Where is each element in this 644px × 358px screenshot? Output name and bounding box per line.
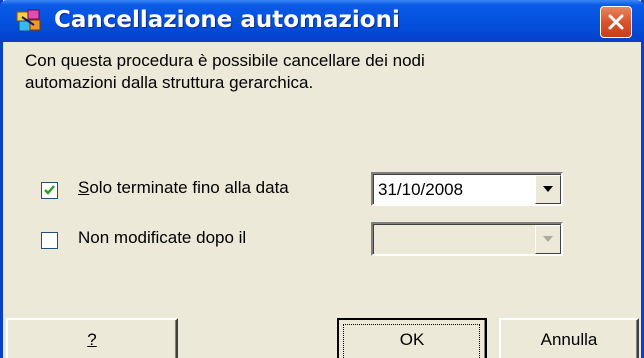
automation-app-icon <box>16 9 42 33</box>
solo-terminate-checkbox[interactable] <box>41 182 58 199</box>
end-date-dropdown[interactable]: 31/10/2008 <box>371 172 563 206</box>
window-title: Cancellazione automazioni <box>54 7 400 33</box>
ok-button[interactable]: OK <box>337 318 487 358</box>
end-date-value: 31/10/2008 <box>378 180 464 199</box>
cancel-button[interactable]: Annulla <box>499 318 639 358</box>
chevron-down-icon <box>543 186 553 192</box>
end-date-dropdown-button[interactable] <box>535 175 561 204</box>
help-button[interactable]: ? <box>6 318 178 358</box>
description-line-1: Con questa procedura è possibile cancell… <box>25 51 425 70</box>
close-icon <box>608 14 624 30</box>
non-modificate-label[interactable]: Non modificate dopo il <box>78 228 246 248</box>
dialog-window: Cancellazione automazioni Con questa pro… <box>0 0 644 358</box>
solo-terminate-label[interactable]: Solo terminate fino alla data <box>78 178 289 198</box>
chevron-down-icon <box>543 236 553 242</box>
modified-date-dropdown-button[interactable] <box>535 225 561 254</box>
description-text: Con questa procedura è possibile cancell… <box>25 50 625 94</box>
modified-date-dropdown[interactable] <box>371 222 563 256</box>
title-bar[interactable]: Cancellazione automazioni <box>0 0 644 42</box>
description-line-2: automazioni dalla struttura gerarchica. <box>25 73 314 92</box>
checkmark-icon <box>44 185 55 195</box>
non-modificate-checkbox[interactable] <box>41 232 58 249</box>
close-button[interactable] <box>600 6 632 38</box>
